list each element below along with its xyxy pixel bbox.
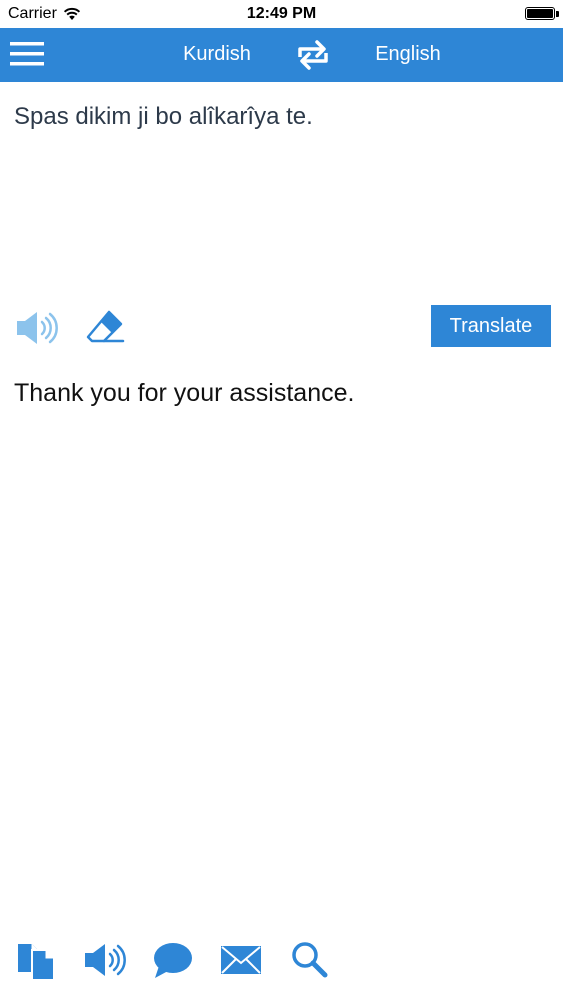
speaker-icon [85,944,126,976]
clear-text-button[interactable] [85,308,127,348]
status-bar: Carrier 12:49 PM [0,0,563,28]
battery-tip [556,11,559,17]
chat-bubble-icon [154,943,192,978]
email-button[interactable] [219,938,263,982]
speak-result-button[interactable] [83,938,127,982]
mail-icon [221,946,261,974]
battery-icon [525,7,555,20]
menu-button[interactable] [8,38,46,70]
source-text-input[interactable]: Spas dikim ji bo alîkarîya te. [14,101,549,291]
copy-button[interactable] [14,938,58,982]
target-language-selector[interactable]: English [363,43,453,66]
hamburger-icon [10,42,44,66]
source-language-selector[interactable]: Kurdish [172,43,262,66]
app-screen: Carrier 12:49 PM Kurdish English Spas di… [0,0,563,1000]
clock: 12:49 PM [246,5,317,22]
eraser-icon [86,310,125,343]
copy-icon [18,944,55,981]
swap-languages-button[interactable] [294,37,332,73]
speak-source-button[interactable] [15,308,59,348]
swap-arrows-icon [298,40,328,70]
nav-bar: Kurdish English [0,28,563,82]
translation-result: Thank you for your assistance. [14,379,355,407]
search-button[interactable] [288,938,332,982]
search-icon [292,942,328,978]
translate-button[interactable]: Translate [431,305,551,347]
message-button[interactable] [151,938,195,982]
speaker-icon [17,312,58,344]
